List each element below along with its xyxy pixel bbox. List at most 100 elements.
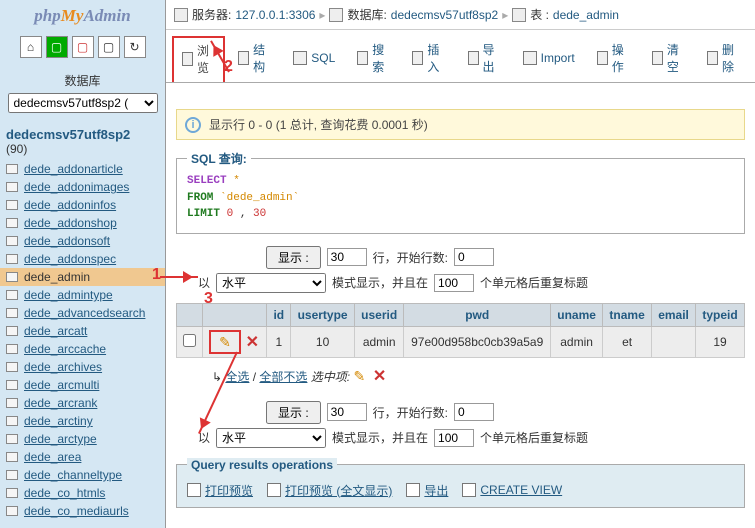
- delete-selected-icon[interactable]: ✕: [373, 366, 389, 382]
- col-uname[interactable]: uname: [550, 303, 602, 326]
- sql-query-text: SELECT * FROM `dede_admin` LIMIT 0 , 30: [187, 173, 734, 223]
- sidebar-table-dede_arcrank[interactable]: dede_arcrank: [0, 394, 165, 412]
- sidebar-table-dede_arctiny[interactable]: dede_arctiny: [0, 412, 165, 430]
- cell-pwd: 97e00d958bc0cb39a5a9: [404, 326, 551, 357]
- docs-icon[interactable]: ▢: [98, 36, 120, 58]
- display-controls-bottom: 显示 : 行，开始行数: 以 水平 模式显示，并且在 个单元格后重复标题: [176, 401, 745, 448]
- result-table: id usertype userid pwd uname tname email…: [176, 303, 745, 358]
- delete-row-button[interactable]: ✕: [244, 332, 260, 348]
- database-label: 数据库: [4, 72, 161, 89]
- sidebar-table-dede_co_htmls[interactable]: dede_co_htmls: [0, 484, 165, 502]
- edit-row-button[interactable]: ✎: [209, 330, 241, 354]
- create-view-link[interactable]: CREATE VIEW: [462, 483, 562, 497]
- tab-export[interactable]: 导出: [459, 36, 510, 82]
- sql-legend: SQL 查询:: [187, 150, 251, 167]
- start-input-top[interactable]: [454, 248, 494, 266]
- cell-userid: admin: [354, 326, 404, 357]
- sidebar-table-dede_admintype[interactable]: dede_admintype: [0, 286, 165, 304]
- edit-selected-icon[interactable]: ✎: [353, 368, 369, 384]
- reload-icon[interactable]: ↻: [124, 36, 146, 58]
- tab-import[interactable]: Import: [514, 36, 584, 82]
- table-count: (90): [0, 142, 165, 160]
- sidebar-table-dede_channeltype[interactable]: dede_channeltype: [0, 466, 165, 484]
- rows-input-bottom[interactable]: [327, 403, 367, 421]
- col-tname[interactable]: tname: [603, 303, 652, 326]
- sidebar-table-dede_arctype[interactable]: dede_arctype: [0, 430, 165, 448]
- repeat-input-top[interactable]: [434, 274, 474, 292]
- col-pwd[interactable]: pwd: [404, 303, 551, 326]
- export-mini-icon: [406, 483, 420, 497]
- logo[interactable]: phpMyAdmin: [0, 4, 165, 32]
- query-icon[interactable]: ▢: [72, 36, 94, 58]
- table-mini-icon: [6, 344, 18, 354]
- sidebar-table-dede_arccache[interactable]: dede_arccache: [0, 340, 165, 358]
- mode-select-top[interactable]: 水平: [216, 273, 326, 293]
- col-email[interactable]: email: [652, 303, 696, 326]
- col-id[interactable]: id: [267, 303, 291, 326]
- sidebar-table-dede_admin[interactable]: dede_admin: [0, 268, 165, 286]
- cell-typeid: 19: [696, 326, 745, 357]
- show-button-bottom[interactable]: 显示 :: [266, 401, 321, 424]
- sidebar-table-label: dede_advancedsearch: [24, 306, 145, 320]
- show-button-top[interactable]: 显示 :: [266, 246, 321, 269]
- sidebar-table-label: dede_co_mediaurls: [24, 504, 129, 518]
- tab-drop[interactable]: 删除: [698, 36, 749, 82]
- empty-icon: [652, 51, 663, 65]
- table-mini-icon: [6, 434, 18, 444]
- tab-operations[interactable]: 操作: [588, 36, 639, 82]
- sidebar-table-dede_archives[interactable]: dede_archives: [0, 358, 165, 376]
- col-usertype[interactable]: usertype: [291, 303, 355, 326]
- print-preview-full-link[interactable]: 打印预览 (全文显示): [267, 482, 392, 499]
- table-mini-icon: [6, 470, 18, 480]
- table-mini-icon: [6, 488, 18, 498]
- sidebar-table-dede_addonimages[interactable]: dede_addonimages: [0, 178, 165, 196]
- breadcrumb-server[interactable]: 127.0.0.1:3306: [235, 8, 315, 22]
- sidebar-table-dede_arcatt[interactable]: dede_arcatt: [0, 322, 165, 340]
- print-full-icon: [267, 483, 281, 497]
- table-mini-icon: [6, 416, 18, 426]
- table-mini-icon: [6, 200, 18, 210]
- current-database[interactable]: dedecmsv57utf8sp2: [0, 119, 165, 142]
- breadcrumb-database[interactable]: dedecmsv57utf8sp2: [391, 8, 498, 22]
- tab-sql[interactable]: SQL: [284, 36, 344, 82]
- tab-search[interactable]: 搜索: [348, 36, 399, 82]
- start-input-bottom[interactable]: [454, 403, 494, 421]
- sidebar-table-dede_addonshop[interactable]: dede_addonshop: [0, 214, 165, 232]
- sidebar-table-label: dede_arcmulti: [24, 378, 99, 392]
- sidebar-table-label: dede_addonimages: [24, 180, 129, 194]
- sidebar-table-dede_advancedsearch[interactable]: dede_advancedsearch: [0, 304, 165, 322]
- cell-usertype: 10: [291, 326, 355, 357]
- repeat-input-bottom[interactable]: [434, 429, 474, 447]
- sidebar-table-dede_addonsoft[interactable]: dede_addonsoft: [0, 232, 165, 250]
- database-icon: [329, 8, 343, 22]
- sidebar-table-dede_co_mediaurls[interactable]: dede_co_mediaurls: [0, 502, 165, 520]
- sidebar-table-label: dede_area: [24, 450, 81, 464]
- row-checkbox[interactable]: [183, 334, 196, 347]
- sidebar-table-dede_addonarticle[interactable]: dede_addonarticle: [0, 160, 165, 178]
- table-icon: [512, 8, 526, 22]
- mode-select-bottom[interactable]: 水平: [216, 428, 326, 448]
- tab-insert[interactable]: 插入: [403, 36, 454, 82]
- sidebar-table-dede_arcmulti[interactable]: dede_arcmulti: [0, 376, 165, 394]
- table-mini-icon: [6, 254, 18, 264]
- sidebar-table-dede_area[interactable]: dede_area: [0, 448, 165, 466]
- print-preview-link[interactable]: 打印预览: [187, 482, 253, 499]
- sql-window-icon[interactable]: ▢: [46, 36, 68, 58]
- tab-empty[interactable]: 清空: [643, 36, 694, 82]
- drop-icon: [707, 51, 718, 65]
- sidebar-table-dede_addonspec[interactable]: dede_addonspec: [0, 250, 165, 268]
- sidebar-table-dede_addoninfos[interactable]: dede_addoninfos: [0, 196, 165, 214]
- database-select[interactable]: dedecmsv57utf8sp2 (: [8, 93, 158, 113]
- tab-structure[interactable]: 结构: [229, 36, 280, 82]
- breadcrumb-table[interactable]: dede_admin: [553, 8, 619, 22]
- select-none-link[interactable]: 全部不选: [259, 370, 307, 384]
- col-userid[interactable]: userid: [354, 303, 404, 326]
- select-all-link[interactable]: 全选: [225, 370, 249, 384]
- home-icon[interactable]: ⌂: [20, 36, 42, 58]
- sidebar-table-label: dede_admin: [24, 270, 90, 284]
- table-list: dede_addonarticle dede_addonimages dede_ad…: [0, 160, 165, 520]
- breadcrumb: 服务器: 127.0.0.1:3306 ▸ 数据库: dedecmsv57utf…: [166, 0, 755, 30]
- rows-input-top[interactable]: [327, 248, 367, 266]
- export-link[interactable]: 导出: [406, 482, 448, 499]
- col-typeid[interactable]: typeid: [696, 303, 745, 326]
